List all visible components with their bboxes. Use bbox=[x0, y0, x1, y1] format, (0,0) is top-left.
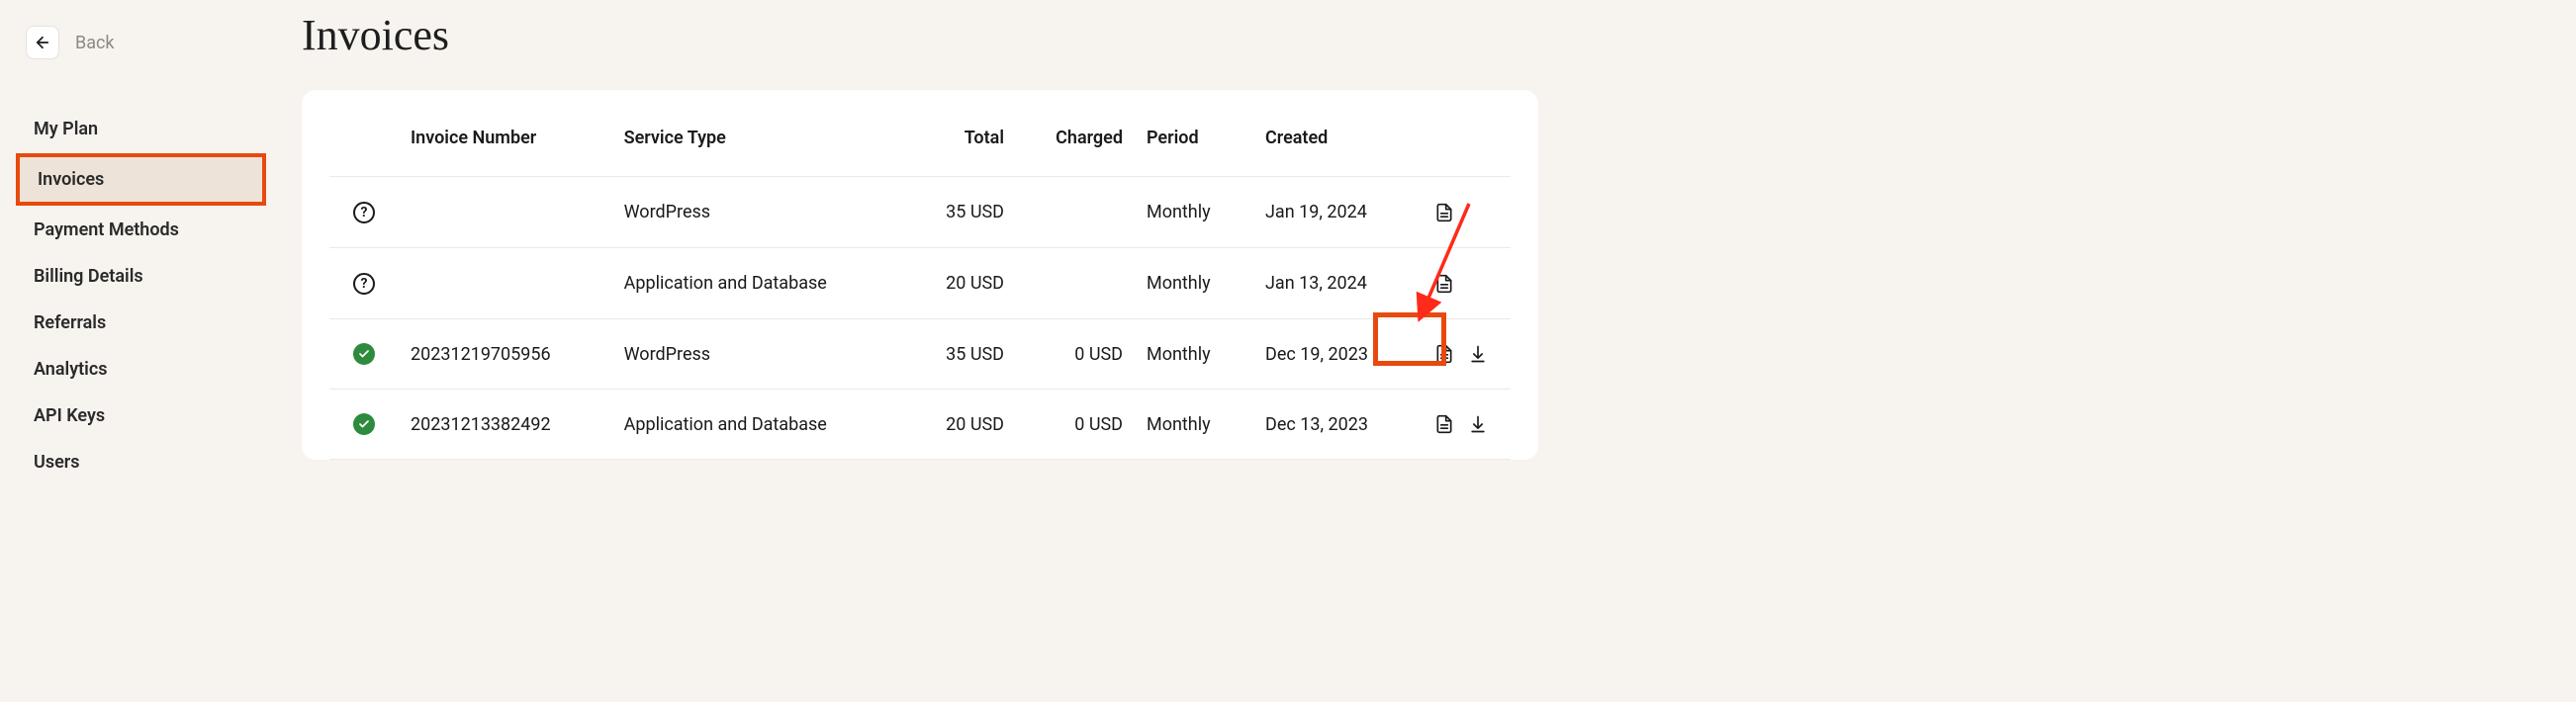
cell-charged bbox=[1016, 248, 1135, 319]
view-invoice-button[interactable] bbox=[1433, 413, 1455, 435]
cell-total: 35 USD bbox=[907, 319, 1016, 390]
status-pending-icon: ? bbox=[353, 273, 375, 295]
th-invoice-number: Invoice Number bbox=[399, 90, 612, 177]
document-icon bbox=[1434, 344, 1454, 364]
table-row: 20231213382492Application and Database20… bbox=[329, 390, 1511, 460]
sidebar-item-analytics[interactable]: Analytics bbox=[16, 347, 266, 392]
cell-invoice_number bbox=[399, 248, 612, 319]
cell-invoice_number bbox=[399, 177, 612, 248]
sidebar-item-payment-methods[interactable]: Payment Methods bbox=[16, 208, 266, 252]
document-icon bbox=[1434, 414, 1454, 434]
cell-period: Monthly bbox=[1135, 248, 1253, 319]
cell-total: 20 USD bbox=[907, 248, 1016, 319]
view-invoice-button[interactable] bbox=[1433, 202, 1455, 223]
cell-period: Monthly bbox=[1135, 319, 1253, 390]
download-icon bbox=[1468, 344, 1488, 364]
th-period: Period bbox=[1135, 90, 1253, 177]
sidebar-item-users[interactable]: Users bbox=[16, 440, 266, 484]
download-icon bbox=[1468, 414, 1488, 434]
cell-service_type: Application and Database bbox=[612, 248, 907, 319]
cell-period: Monthly bbox=[1135, 390, 1253, 460]
sidebar-item-billing-details[interactable]: Billing Details bbox=[16, 254, 266, 299]
cell-service_type: WordPress bbox=[612, 177, 907, 248]
download-invoice-button[interactable] bbox=[1467, 343, 1489, 365]
th-charged: Charged bbox=[1016, 90, 1135, 177]
table-row: ? WordPress35 USD MonthlyJan 19, 2024 bbox=[329, 177, 1511, 248]
annotation-highlight-sidebar: Invoices bbox=[16, 153, 266, 206]
table-row: 20231219705956WordPress35 USD0 USDMonthl… bbox=[329, 319, 1511, 390]
cell-service_type: Application and Database bbox=[612, 390, 907, 460]
page-title: Invoices bbox=[302, 10, 2556, 60]
th-total: Total bbox=[907, 90, 1016, 177]
cell-total: 20 USD bbox=[907, 390, 1016, 460]
sidebar-item-my-plan[interactable]: My Plan bbox=[16, 107, 266, 151]
th-service-type: Service Type bbox=[612, 90, 907, 177]
cell-created: Dec 19, 2023 bbox=[1253, 319, 1422, 390]
status-paid-icon bbox=[353, 413, 375, 435]
sidebar-item-api-keys[interactable]: API Keys bbox=[16, 394, 266, 438]
cell-charged: 0 USD bbox=[1016, 390, 1135, 460]
invoices-table: Invoice Number Service Type Total Charge… bbox=[329, 90, 1511, 460]
cell-invoice_number: 20231219705956 bbox=[399, 319, 612, 390]
cell-total: 35 USD bbox=[907, 177, 1016, 248]
cell-created: Dec 13, 2023 bbox=[1253, 390, 1422, 460]
arrow-left-icon bbox=[34, 34, 51, 51]
view-invoice-button[interactable] bbox=[1433, 273, 1455, 295]
sidebar-nav: My Plan Invoices Payment Methods Billing… bbox=[16, 107, 266, 484]
cell-invoice_number: 20231213382492 bbox=[399, 390, 612, 460]
cell-created: Jan 13, 2024 bbox=[1253, 248, 1422, 319]
cell-period: Monthly bbox=[1135, 177, 1253, 248]
cell-charged: 0 USD bbox=[1016, 319, 1135, 390]
th-created: Created bbox=[1253, 90, 1422, 177]
cell-charged bbox=[1016, 177, 1135, 248]
back-label: Back bbox=[75, 33, 115, 53]
invoices-card: Invoice Number Service Type Total Charge… bbox=[302, 90, 1538, 460]
status-paid-icon bbox=[353, 343, 375, 365]
download-invoice-button[interactable] bbox=[1467, 413, 1489, 435]
document-icon bbox=[1434, 203, 1454, 222]
sidebar-item-referrals[interactable]: Referrals bbox=[16, 301, 266, 345]
back-row[interactable]: Back bbox=[16, 26, 266, 59]
document-icon bbox=[1434, 274, 1454, 294]
cell-service_type: WordPress bbox=[612, 319, 907, 390]
table-header-row: Invoice Number Service Type Total Charge… bbox=[329, 90, 1511, 177]
status-pending-icon: ? bbox=[353, 202, 375, 223]
cell-created: Jan 19, 2024 bbox=[1253, 177, 1422, 248]
back-button[interactable] bbox=[26, 26, 59, 59]
table-row: ? Application and Database20 USD MonthlyJa… bbox=[329, 248, 1511, 319]
sidebar-item-invoices[interactable]: Invoices bbox=[20, 157, 262, 202]
view-invoice-button[interactable] bbox=[1433, 343, 1455, 365]
